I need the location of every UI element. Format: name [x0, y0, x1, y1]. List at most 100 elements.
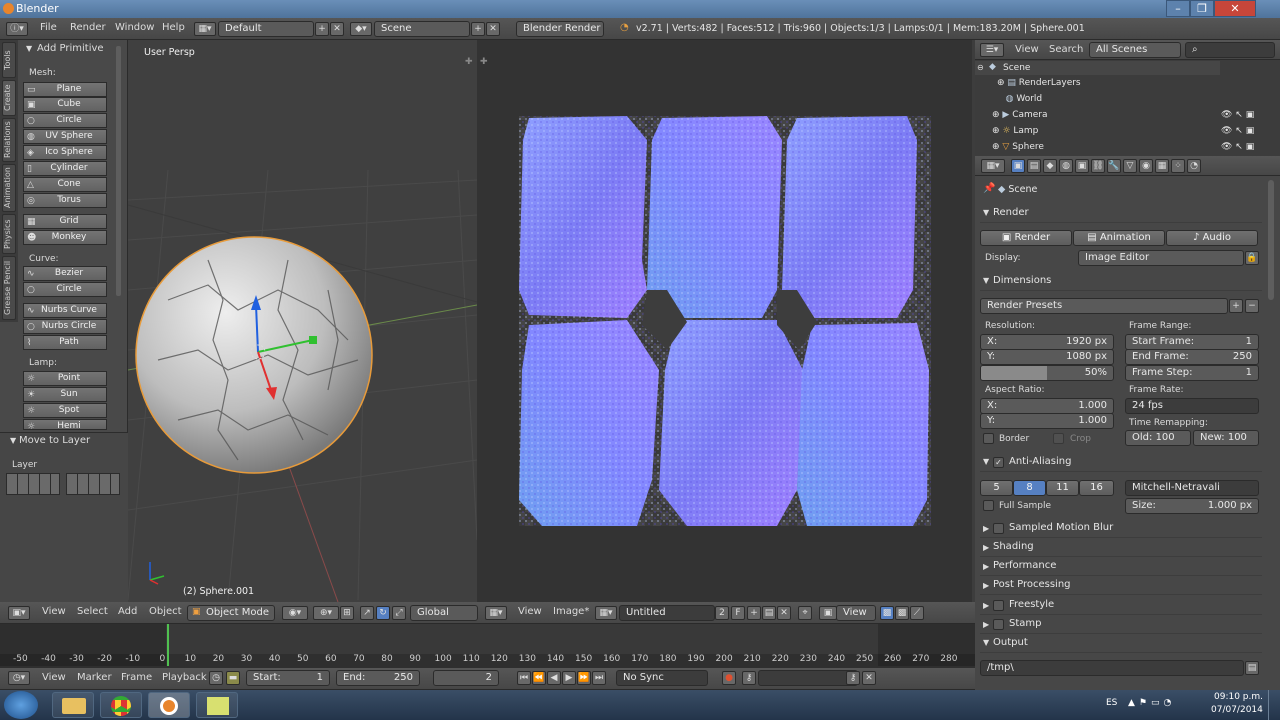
browse-image-icon[interactable]: ▦▾ — [595, 606, 617, 620]
delete-keyframe-icon[interactable]: ✕ — [862, 671, 876, 685]
new-image-icon[interactable]: + — [747, 606, 761, 620]
tab-grease-pencil[interactable]: Grease Pencil — [2, 256, 16, 320]
timeline-editor-type-icon[interactable]: ◷▾ — [8, 671, 30, 685]
aa-filter-size-field[interactable]: Size: 1.000 px — [1125, 498, 1259, 514]
render-layers-context-icon[interactable]: ▤ — [1027, 159, 1041, 173]
current-frame-cursor[interactable] — [167, 624, 169, 666]
use-preview-range-icon[interactable]: ▬ — [226, 671, 240, 685]
add-sun-lamp-button[interactable]: ☀ Sun — [23, 387, 107, 402]
viewport-menu-add[interactable]: Add — [118, 606, 137, 617]
anti-aliasing-checkbox[interactable]: ✓ — [993, 457, 1004, 468]
crop-checkbox[interactable] — [1053, 433, 1064, 444]
outliner-row-renderlayers[interactable]: ⊕ ▤ RenderLayers — [997, 78, 1081, 88]
layer-grid-2[interactable] — [66, 473, 120, 495]
manipulator-toggle-icon[interactable]: ⊞ — [340, 606, 354, 620]
pin-image-icon[interactable]: ⌖ — [798, 606, 812, 620]
view-mode-icon[interactable]: ▣ — [819, 606, 837, 620]
aa-samples-16[interactable]: 16 — [1079, 480, 1114, 496]
menu-window[interactable]: Window — [115, 22, 154, 33]
add-uv-sphere-button[interactable]: ◍ UV Sphere — [23, 129, 107, 144]
stamp-header[interactable]: ▶ Stamp — [980, 616, 1262, 634]
input-language[interactable]: ES — [1106, 698, 1117, 708]
visibility-eye-icon-3[interactable]: 👁 ↖ ▣ — [1221, 142, 1254, 154]
outliner-row-world[interactable]: ◍ World — [997, 94, 1043, 104]
explorer-icon[interactable] — [52, 692, 94, 718]
image-editor-type-icon[interactable]: ▦▾ — [485, 606, 507, 620]
screen-layout-field[interactable]: Default — [218, 21, 314, 37]
keying-set-icon[interactable]: ⚷ — [742, 671, 756, 685]
time-new-field[interactable]: New: 100 — [1193, 430, 1259, 446]
data-context-icon[interactable]: ▽ — [1123, 159, 1137, 173]
menu-help[interactable]: Help — [162, 22, 185, 33]
properties-editor-type-icon[interactable]: ▦▾ — [981, 159, 1005, 173]
render-section-header[interactable]: ▼ Render — [980, 205, 1262, 223]
add-ico-sphere-button[interactable]: ◈ Ico Sphere — [23, 145, 107, 160]
sync-mode-select[interactable]: No Sync — [616, 670, 708, 686]
image-name-field[interactable]: Untitled — [619, 605, 715, 621]
insert-keyframe-icon[interactable]: ⚷ — [846, 671, 860, 685]
outliner-menu-view[interactable]: View — [1015, 44, 1039, 55]
play-reverse-icon[interactable]: ◀ — [547, 671, 561, 685]
tab-animation[interactable]: Animation — [2, 164, 16, 212]
outliner-row-camera[interactable]: ⊕ ▶ Camera — [992, 110, 1048, 120]
timeline-menu-playback[interactable]: Playback — [162, 672, 207, 683]
end-frame-timeline-field[interactable]: End: 250 — [336, 670, 420, 686]
alpha-channel-icon[interactable]: ▩ — [895, 606, 909, 620]
image-menu-image[interactable]: Image* — [553, 606, 589, 617]
outliner-row-lamp[interactable]: ⊕ ☼ Lamp — [992, 126, 1038, 136]
viewport-editor-type-icon[interactable]: ▣▾ — [8, 606, 30, 620]
view-mode-select[interactable]: View — [836, 605, 876, 621]
physics-context-icon[interactable]: ◔ — [1187, 159, 1201, 173]
world-context-icon[interactable]: ◍ — [1059, 159, 1073, 173]
layer-grid-1[interactable] — [6, 473, 60, 495]
border-checkbox[interactable] — [983, 433, 994, 444]
outliner-editor-type-icon[interactable]: ☰▾ — [980, 43, 1004, 57]
keying-set-field[interactable] — [758, 670, 858, 686]
render-context-icon[interactable]: ▣ — [1011, 159, 1025, 173]
viewport-menu-select[interactable]: Select — [77, 606, 108, 617]
tool-shelf-scrollbar[interactable] — [116, 46, 121, 296]
add-path-button[interactable]: ⌇ Path — [23, 335, 107, 350]
add-cylinder-button[interactable]: ▯ Cylinder — [23, 161, 107, 176]
notes-icon[interactable] — [196, 692, 238, 718]
tab-relations[interactable]: Relations — [2, 118, 16, 162]
add-circle-button[interactable]: ○ Circle — [23, 113, 107, 128]
resolution-x-field[interactable]: X: 1920 px — [980, 334, 1114, 350]
add-screen-icon[interactable]: + — [315, 22, 329, 36]
add-torus-button[interactable]: ◎ Torus — [23, 193, 107, 208]
visibility-eye-icon-2[interactable]: 👁 ↖ ▣ — [1221, 126, 1254, 136]
add-cube-button[interactable]: ▣ Cube — [23, 97, 107, 112]
screen-layout-icon[interactable]: ▦▾ — [194, 22, 216, 36]
scene-icon[interactable]: ◆▾ — [350, 22, 372, 36]
blender-taskbar-icon[interactable] — [148, 692, 190, 718]
editor-type-icon[interactable]: ⓘ▾ — [6, 22, 28, 36]
frame-rate-select[interactable]: 24 fps — [1125, 398, 1259, 414]
anti-aliasing-section-header[interactable]: ▼ ✓ Anti-Aliasing — [980, 454, 1262, 472]
add-curve-circle-button[interactable]: ○ Circle — [23, 282, 107, 297]
modifiers-context-icon[interactable]: 🔧 — [1107, 159, 1121, 173]
display-select[interactable]: Image Editor — [1078, 250, 1244, 266]
area-split-icon-2[interactable]: ✚ — [480, 57, 488, 67]
add-nurbs-curve-button[interactable]: ∿ Nurbs Curve — [23, 303, 107, 318]
outliner-row-sphere[interactable]: ⊕ ▽ Sphere — [992, 142, 1044, 154]
visibility-eye-icon[interactable]: 👁 ↖ ▣ — [1221, 110, 1254, 120]
outliner-menu-search[interactable]: Search — [1049, 44, 1083, 55]
output-header[interactable]: ▼ Output — [980, 635, 1262, 653]
menu-file[interactable]: File — [40, 22, 57, 33]
start-frame-field[interactable]: Start Frame: 1 — [1125, 334, 1259, 350]
scene-field[interactable]: Scene — [374, 21, 470, 37]
expand-icon[interactable]: ⊖ — [977, 63, 984, 72]
viewport-menu-view[interactable]: View — [42, 606, 66, 617]
output-path-field[interactable]: /tmp\ — [980, 660, 1244, 676]
aa-samples-11[interactable]: 11 — [1046, 480, 1079, 496]
add-spot-lamp-button[interactable]: ☼ Spot — [23, 403, 107, 418]
area-split-icon[interactable]: ✚ — [465, 57, 473, 67]
minimize-button[interactable]: – — [1166, 0, 1190, 17]
show-desktop-button[interactable] — [1268, 690, 1280, 720]
pivot-point-icon[interactable]: ⊕▾ — [313, 606, 339, 620]
timeline-menu-marker[interactable]: Marker — [77, 672, 112, 683]
scene-context-icon[interactable]: ◆ — [1043, 159, 1057, 173]
dimensions-section-header[interactable]: ▼ Dimensions — [980, 273, 1262, 291]
tray-icons[interactable]: ▲⚑▭◔ — [1128, 698, 1175, 708]
open-image-icon[interactable]: ▤ — [762, 606, 776, 620]
